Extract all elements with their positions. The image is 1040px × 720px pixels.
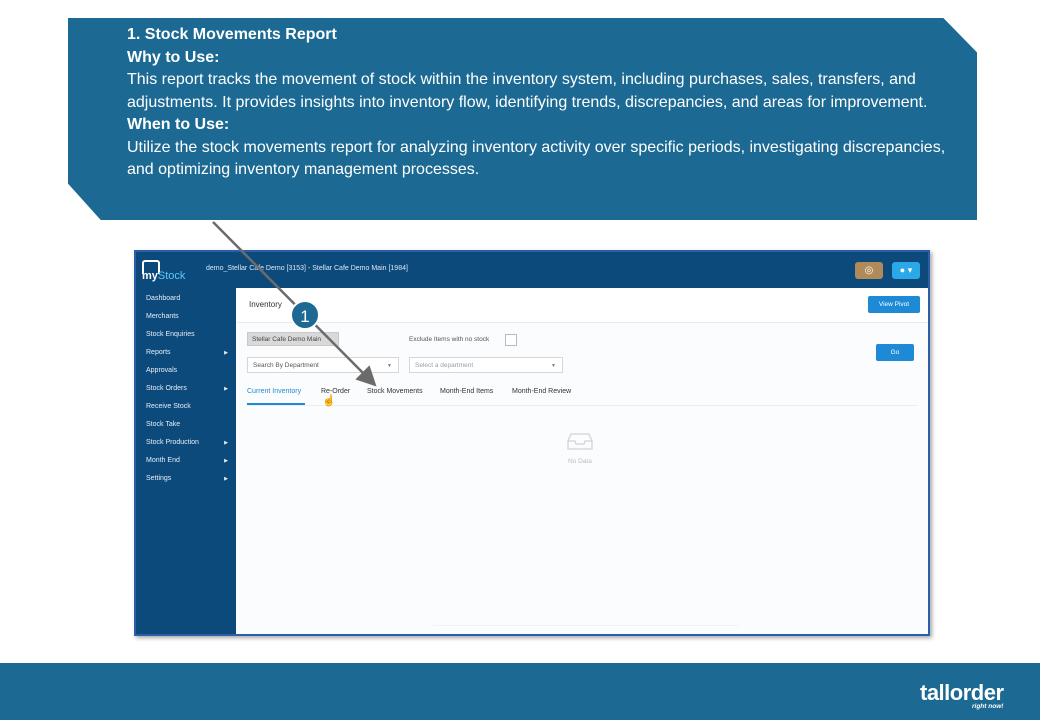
brand-tagline: right now!: [972, 703, 1004, 710]
brand-part-b: order: [949, 680, 1004, 705]
cursor-hand-icon: ☝: [322, 395, 336, 407]
brand-part-a: tall: [920, 680, 950, 705]
annotation-arrow: [212, 221, 377, 387]
footer-bar: [0, 663, 1040, 720]
step-badge: 1: [290, 300, 320, 330]
